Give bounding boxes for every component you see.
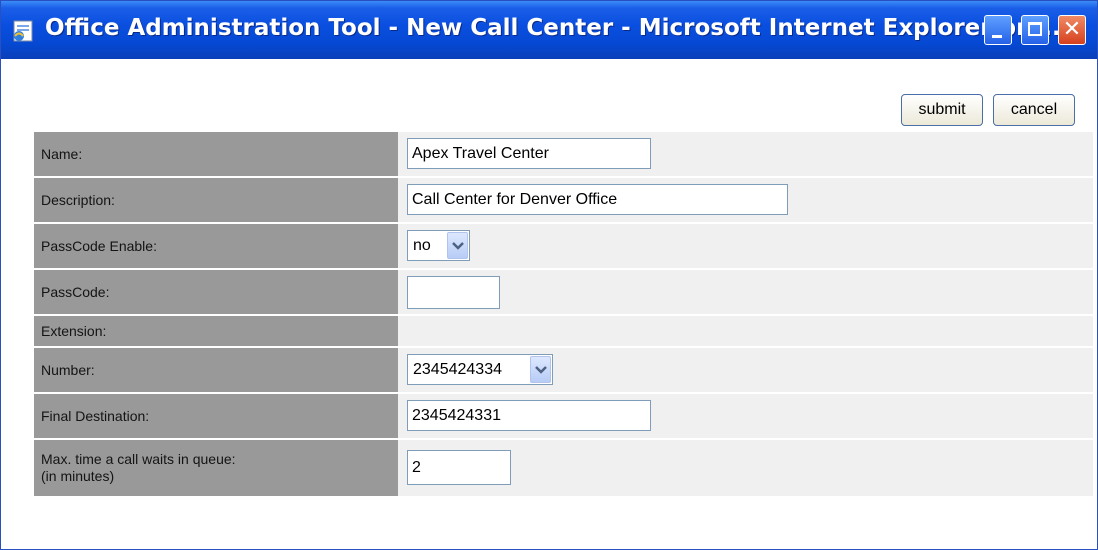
page-content: submit cancel Name: Apex Travel Center D… — [1, 59, 1097, 549]
window-title: Office Administration Tool - New Call Ce… — [45, 15, 1070, 41]
final-destination-input[interactable]: 2345424331 — [407, 400, 651, 431]
close-button[interactable]: ✕ — [1058, 15, 1086, 45]
extension-cell — [398, 316, 1093, 346]
cancel-button[interactable]: cancel — [993, 94, 1075, 126]
name-cell: Apex Travel Center — [398, 132, 1093, 176]
minimize-icon — [992, 35, 1002, 38]
maximize-button[interactable] — [1021, 15, 1049, 45]
extension-label: Extension: — [34, 316, 398, 346]
chevron-down-icon — [452, 242, 464, 250]
description-label: Description: — [34, 178, 398, 222]
max-wait-label: Max. time a call waits in queue: (in min… — [34, 440, 398, 496]
passcode-enable-select[interactable]: no — [407, 230, 470, 261]
description-input[interactable]: Call Center for Denver Office — [407, 184, 788, 215]
dropdown-arrow-button[interactable] — [447, 232, 468, 259]
description-cell: Call Center for Denver Office — [398, 178, 1093, 222]
name-label: Name: — [34, 132, 398, 176]
passcode-enable-selected: no — [413, 237, 431, 254]
number-cell: 2345424334 — [398, 348, 1093, 392]
browser-window: Office Administration Tool - New Call Ce… — [0, 0, 1098, 550]
max-wait-label-line2: (in minutes) — [41, 468, 115, 484]
title-bar[interactable]: Office Administration Tool - New Call Ce… — [1, 1, 1097, 59]
name-input[interactable]: Apex Travel Center — [407, 138, 651, 169]
passcode-enable-label: PassCode Enable: — [34, 224, 398, 268]
max-wait-input[interactable]: 2 — [407, 450, 511, 485]
submit-button[interactable]: submit — [901, 94, 983, 126]
number-select[interactable]: 2345424334 — [407, 354, 553, 385]
passcode-cell — [398, 270, 1093, 314]
minimize-button[interactable] — [984, 15, 1012, 45]
passcode-input[interactable] — [407, 276, 500, 309]
close-icon: ✕ — [1062, 17, 1082, 42]
max-wait-label-line1: Max. time a call waits in queue: — [41, 451, 236, 467]
passcode-label: PassCode: — [34, 270, 398, 314]
max-wait-cell: 2 — [398, 440, 1093, 496]
call-center-form: Name: Apex Travel Center Description: Ca… — [34, 132, 1093, 542]
maximize-icon — [1028, 22, 1042, 36]
passcode-enable-cell: no — [398, 224, 1093, 268]
ie-page-icon — [13, 20, 33, 42]
number-selected: 2345424334 — [413, 361, 502, 378]
chevron-down-icon — [535, 366, 547, 374]
final-destination-label: Final Destination: — [34, 394, 398, 438]
final-destination-cell: 2345424331 — [398, 394, 1093, 438]
number-label: Number: — [34, 348, 398, 392]
dropdown-arrow-button[interactable] — [530, 356, 551, 383]
